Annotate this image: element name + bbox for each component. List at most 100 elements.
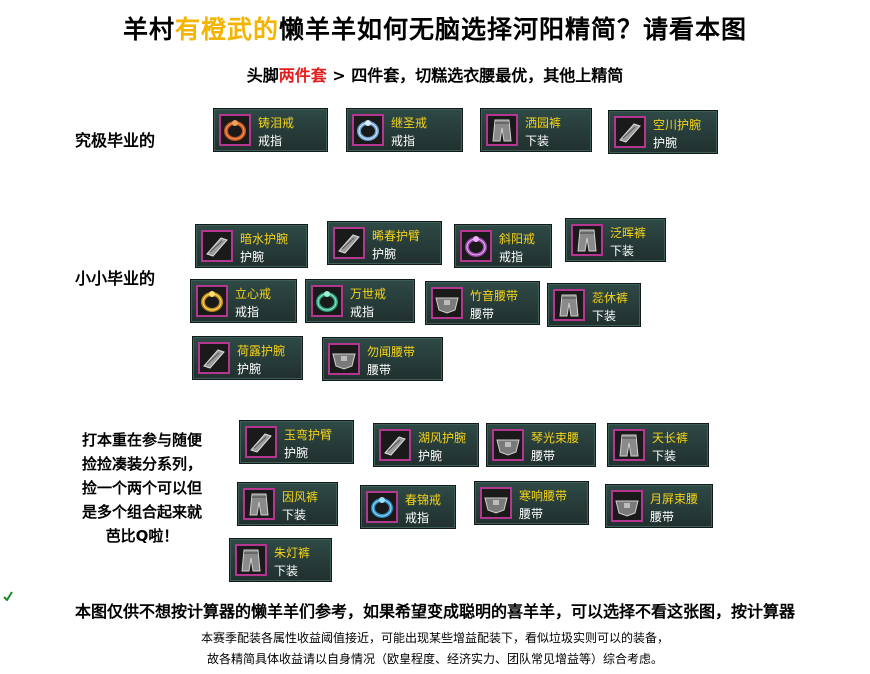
item-type: 护腕	[372, 247, 397, 261]
pants-icon	[571, 224, 603, 256]
bracer-icon	[201, 230, 233, 262]
bracer-icon	[614, 116, 646, 148]
note-line: 捡捡凑装分系列，	[81, 455, 202, 473]
equipment-item: 天长裤 下装	[607, 423, 709, 467]
ring-blue-icon	[352, 114, 384, 146]
belt-icon	[611, 490, 643, 522]
item-name: 勿闻腰带	[367, 345, 416, 359]
item-name: 立心戒	[235, 287, 272, 301]
item-name: 湖风护腕	[418, 431, 467, 445]
ring-cyan-icon	[366, 491, 398, 523]
subtitle-red: 两件套	[278, 66, 327, 85]
belt-icon	[492, 429, 524, 461]
item-name: 春锦戒	[405, 493, 442, 507]
pants-icon	[243, 488, 275, 520]
item-type: 戒指	[499, 250, 524, 264]
section-casual-note: 打本重在参与随便 捡捡凑装分系列， 捡一个两个可以但 是多个组合起来就 芭比Q啦…	[62, 428, 222, 548]
equipment-item: 湖风护腕 护腕	[373, 423, 479, 467]
item-type: 护腕	[418, 449, 443, 463]
equipment-item: 月屏束腰 腰带	[605, 484, 713, 528]
item-type: 护腕	[284, 446, 309, 460]
equipment-item: 铸泪戒 戒指	[213, 108, 328, 152]
item-type: 下装	[282, 508, 307, 522]
pants-icon	[553, 289, 585, 321]
item-type: 腰带	[650, 510, 675, 524]
item-type: 下装	[652, 449, 677, 463]
item-type: 护腕	[653, 136, 678, 150]
item-type: 戒指	[350, 305, 375, 319]
equipment-item: 蕊休裤 下装	[547, 283, 641, 327]
item-type: 戒指	[391, 134, 416, 148]
ring-gold-icon	[196, 285, 228, 317]
ring-orange-icon	[219, 114, 251, 146]
item-name: 月屏束腰	[650, 492, 699, 506]
item-name: 暗水护腕	[240, 232, 289, 246]
item-type: 腰带	[367, 363, 392, 377]
equipment-item: 因风裤 下装	[237, 482, 338, 526]
item-name: 泛晖裤	[610, 226, 647, 240]
item-name: 晞春护臂	[372, 229, 421, 243]
equipment-item: 斜阳戒 戒指	[454, 224, 552, 268]
bracer-icon	[198, 342, 230, 374]
note-line: 捡一个两个可以但	[81, 479, 202, 497]
equipment-item: 继圣戒 戒指	[346, 108, 463, 152]
equipment-item: 春锦戒 戒指	[360, 485, 456, 529]
page-subtitle: 头脚两件套 > 四件套，切糕选衣腰最优，其他上精简	[0, 62, 870, 86]
item-name: 荷露护腕	[237, 344, 286, 358]
footer-note-line-1: 本赛季配装各属性收益阈值接近，可能出现某些增益配装下，看似垃圾实则可以的装备，	[200, 631, 669, 645]
note-line: 是多个组合起来就	[81, 503, 202, 521]
belt-icon	[328, 343, 360, 375]
equipment-item: 竹音腰带 腰带	[425, 281, 540, 325]
equipment-item: 晞春护臂 护腕	[327, 221, 442, 265]
subtitle-part2: > 四件套，切糕选衣腰最优，其他上精简	[326, 66, 624, 85]
item-name: 因风裤	[282, 490, 319, 504]
item-name: 寒响腰带	[519, 489, 568, 503]
item-name: 铸泪戒	[258, 116, 295, 130]
item-name: 蕊休裤	[592, 291, 629, 305]
note-line: 打本重在参与随便	[81, 431, 202, 449]
pants-icon	[486, 114, 518, 146]
equipment-item: 勿闻腰带 腰带	[322, 337, 443, 381]
equipment-item: 朱灯裤 下装	[229, 538, 332, 582]
item-type: 戒指	[258, 134, 283, 148]
subtitle-part1: 头脚	[246, 66, 279, 85]
title-highlight: 有橙武的	[174, 15, 279, 44]
item-type: 腰带	[519, 507, 544, 521]
equipment-item: 寒响腰带 腰带	[474, 481, 589, 525]
equipment-item: 洒园裤 下装	[480, 108, 592, 152]
item-name: 继圣戒	[391, 116, 428, 130]
equipment-item: 空川护腕 护腕	[608, 110, 718, 154]
item-type: 下装	[610, 244, 635, 258]
item-type: 护腕	[237, 362, 262, 376]
belt-icon	[431, 287, 463, 319]
item-type: 戒指	[405, 511, 430, 525]
item-name: 玉弯护臂	[284, 428, 333, 442]
footer-note-line-2: 故各精简具体收益请以自身情况（欧皇程度、经济实力、团队常见增益等）综合考虑。	[206, 652, 663, 666]
section-small-label: 小小毕业的	[75, 269, 156, 288]
item-type: 下装	[592, 309, 617, 323]
bracer-icon	[245, 426, 277, 458]
item-name: 空川护腕	[653, 118, 702, 132]
equipment-item: 荷露护腕 护腕	[192, 336, 303, 380]
item-type: 戒指	[235, 305, 260, 319]
equipment-item: 万世戒 戒指	[305, 279, 415, 323]
bracer-icon	[379, 429, 411, 461]
item-name: 斜阳戒	[499, 232, 536, 246]
item-type: 下装	[525, 134, 550, 148]
item-name: 万世戒	[350, 287, 387, 301]
ring-purple-icon	[460, 230, 492, 262]
belt-icon	[480, 487, 512, 519]
equipment-item: 玉弯护臂 护腕	[239, 420, 354, 464]
footer-main-note: 本图仅供不想按计算器的懒羊羊们参考，如果希望变成聪明的喜羊羊，可以选择不看这张图…	[74, 602, 795, 621]
item-name: 朱灯裤	[274, 546, 311, 560]
pants-icon	[235, 544, 267, 576]
item-name: 天长裤	[652, 431, 689, 445]
page-title: 羊村有橙武的懒羊羊如何无脑选择河阳精简？请看本图	[0, 10, 870, 46]
item-type: 腰带	[531, 449, 556, 463]
pants-icon	[613, 429, 645, 461]
section-ultimate-label: 究极毕业的	[75, 131, 156, 150]
title-part1: 羊村	[122, 15, 175, 44]
note-line: 芭比Q啦！	[105, 527, 179, 545]
equipment-item: 立心戒 戒指	[190, 279, 297, 323]
item-type: 护腕	[240, 250, 265, 264]
